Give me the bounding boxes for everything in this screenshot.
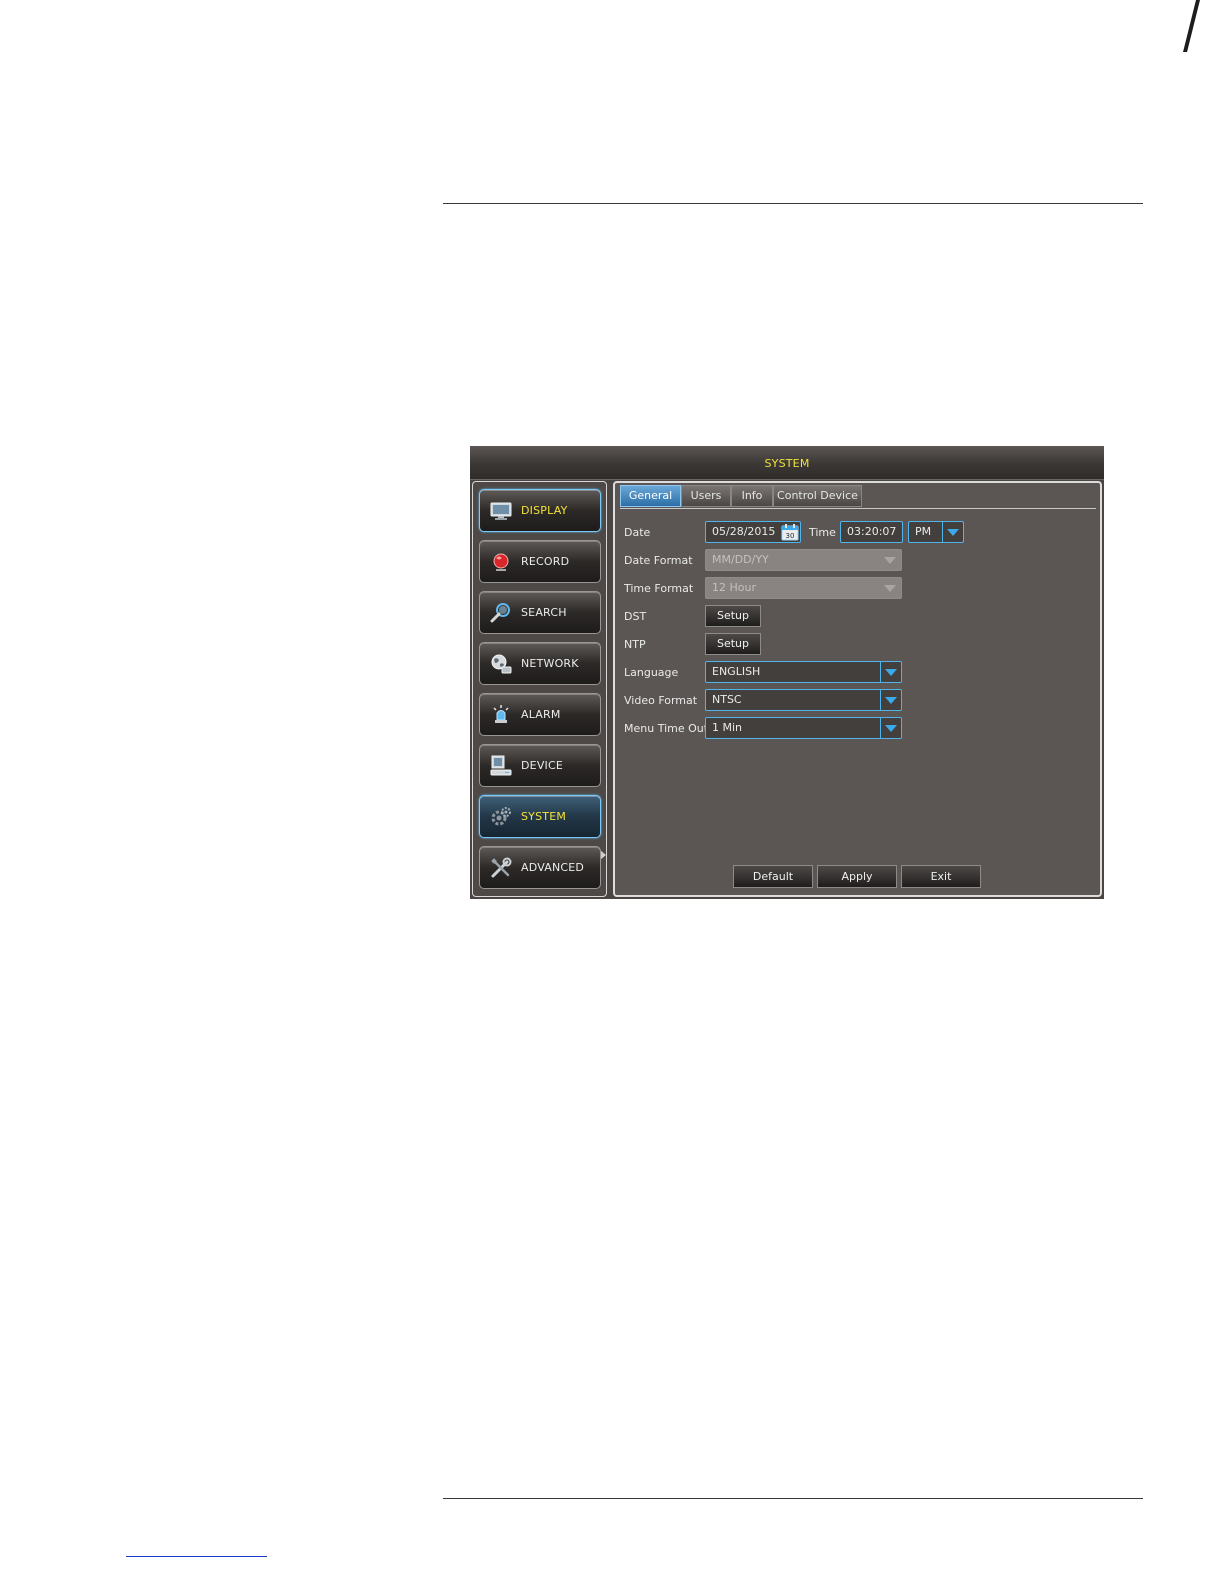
date-format-label: Date Format	[624, 554, 693, 567]
tools-icon	[491, 857, 512, 878]
settings-panel: General Users Info Control Device Date 0…	[613, 481, 1102, 897]
menu-timeout-label: Menu Time Out	[624, 722, 709, 735]
tab-info[interactable]: Info	[731, 485, 773, 507]
sidebar-item-system[interactable]: SYSTEM	[479, 795, 601, 838]
video-format-label: Video Format	[624, 694, 698, 707]
ntp-setup-button[interactable]: Setup	[705, 633, 761, 655]
window-title: SYSTEM	[764, 457, 810, 470]
monitor-icon	[490, 502, 512, 520]
chevron-down-icon	[942, 522, 963, 542]
record-icon	[493, 553, 509, 571]
sidebar-item-network[interactable]: NETWORK	[479, 642, 601, 685]
date-value: 05/28/2015	[712, 525, 776, 538]
footer-link-underline	[126, 1556, 267, 1557]
default-button[interactable]: Default	[733, 865, 813, 888]
sidebar-item-label: DEVICE	[521, 759, 564, 772]
ampm-select[interactable]: PM	[908, 521, 964, 543]
ampm-value: PM	[915, 525, 932, 538]
time-label: Time	[809, 526, 836, 539]
chevron-down-icon	[880, 662, 901, 682]
date-label: Date	[624, 526, 651, 539]
sidebar-item-label: NETWORK	[521, 657, 579, 670]
chevron-down-icon	[880, 690, 901, 710]
language-value: ENGLISH	[712, 665, 761, 678]
page-corner-mark	[1183, 0, 1200, 52]
sidebar-item-display[interactable]: DISPLAY	[479, 489, 601, 532]
sidebar-item-record[interactable]: RECORD	[479, 540, 601, 583]
exit-button[interactable]: Exit	[901, 865, 981, 888]
language-label: Language	[624, 666, 679, 679]
chevron-down-icon	[880, 550, 901, 570]
globe-icon	[491, 654, 512, 674]
sidebar-item-label: RECORD	[521, 555, 570, 568]
date-format-select: MM/DD/YY	[705, 549, 902, 571]
menu-timeout-select[interactable]: 1 Min	[705, 717, 902, 739]
sidebar-menu: DISPLAY RECORD SEARCH NETWORK ALARM DEVI…	[472, 481, 607, 897]
alarm-icon	[493, 705, 509, 723]
date-format-value: MM/DD/YY	[712, 553, 769, 566]
sidebar-item-alarm[interactable]: ALARM	[479, 693, 601, 736]
time-format-label: Time Format	[624, 582, 694, 595]
time-format-select: 12 Hour	[705, 577, 902, 599]
date-input[interactable]: 05/28/2015 30	[705, 521, 801, 543]
language-select[interactable]: ENGLISH	[705, 661, 902, 683]
tab-control-device[interactable]: Control Device	[773, 485, 862, 507]
dst-setup-button[interactable]: Setup	[705, 605, 761, 627]
tab-users[interactable]: Users	[681, 485, 731, 507]
calendar-icon[interactable]: 30	[781, 523, 799, 541]
search-icon	[490, 603, 510, 623]
apply-button[interactable]: Apply	[817, 865, 897, 888]
page-top-rule	[443, 203, 1143, 204]
sidebar-item-label: DISPLAY	[521, 504, 568, 517]
video-format-select[interactable]: NTSC	[705, 689, 902, 711]
sidebar-item-advanced[interactable]: ADVANCED	[479, 846, 601, 889]
ntp-label: NTP	[624, 638, 646, 651]
time-format-value: 12 Hour	[712, 581, 756, 594]
dvr-settings-window: SYSTEM DISPLAY RECORD SEARCH NETWORK ALA…	[470, 446, 1104, 899]
time-input[interactable]: 03:20:07	[840, 521, 903, 543]
svg-text:30: 30	[786, 532, 795, 540]
tab-general[interactable]: General	[620, 485, 681, 507]
sidebar-item-label: SYSTEM	[521, 810, 567, 823]
dst-label: DST	[624, 610, 647, 623]
sidebar-item-label: ADVANCED	[521, 861, 585, 874]
sidebar-item-label: ALARM	[521, 708, 561, 721]
tab-divider	[620, 508, 1096, 509]
sidebar-item-device[interactable]: DEVICE	[479, 744, 601, 787]
window-titlebar: SYSTEM	[470, 446, 1104, 480]
sidebar-item-label: SEARCH	[521, 606, 567, 619]
computer-icon	[490, 755, 512, 776]
page-bottom-rule	[443, 1498, 1143, 1499]
sidebar-item-search[interactable]: SEARCH	[479, 591, 601, 634]
chevron-down-icon	[880, 578, 901, 598]
video-format-value: NTSC	[712, 693, 742, 706]
menu-timeout-value: 1 Min	[712, 721, 743, 734]
chevron-down-icon	[880, 718, 901, 738]
gear-icon	[491, 807, 511, 826]
